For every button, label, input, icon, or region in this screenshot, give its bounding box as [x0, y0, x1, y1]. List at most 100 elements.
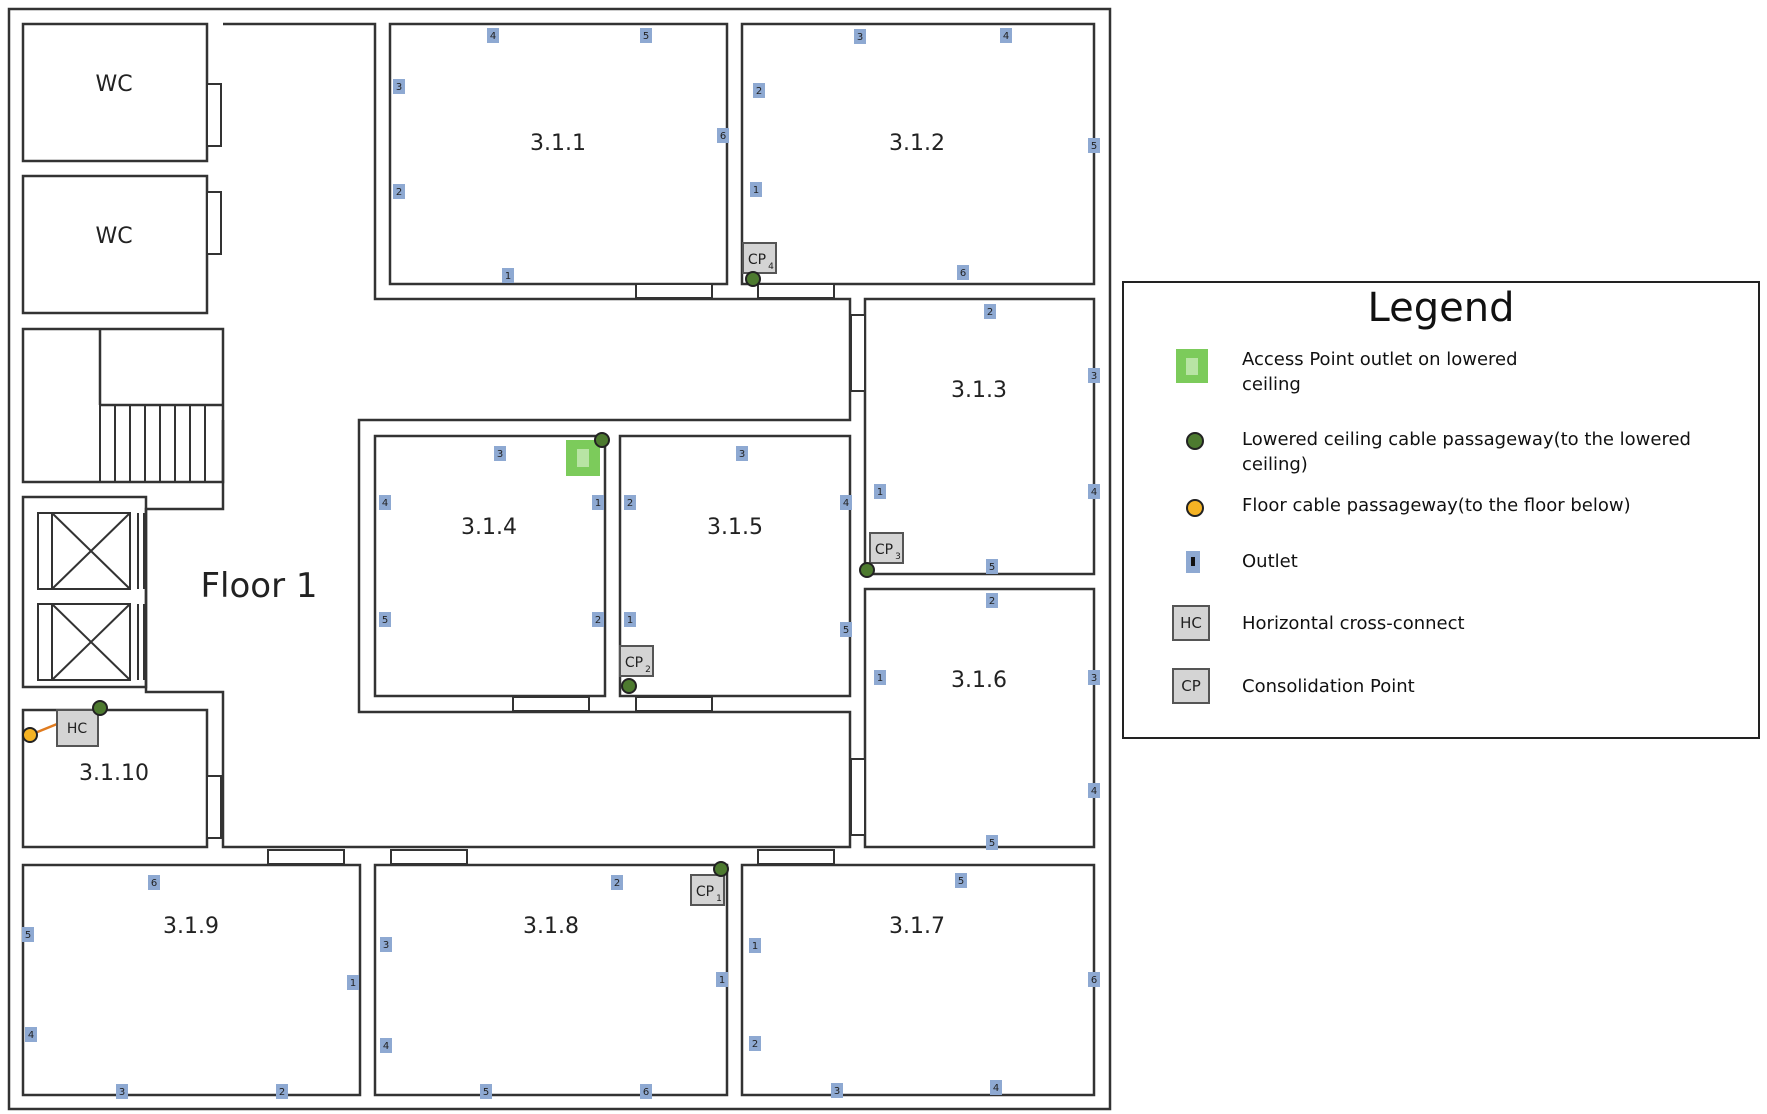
legend-label: Access Point outlet on lowered ceiling: [1242, 349, 1518, 395]
floor-passage-icon: [1186, 499, 1204, 517]
outlet-number: 4: [382, 498, 388, 509]
room-label: 3.1.7: [889, 914, 945, 939]
outlet-r315-1: 1: [624, 612, 636, 627]
outlet-number: 6: [643, 1087, 649, 1098]
outlet-number: 2: [756, 86, 762, 97]
outlet-r311-2: 2: [393, 184, 405, 199]
outlet-number: 2: [279, 1087, 285, 1098]
svg-text:CP: CP: [748, 252, 766, 268]
outlet-number: 1: [627, 615, 633, 626]
legend-item-ceiling-passage: Lowered ceiling cable passageway(to the …: [1124, 420, 1758, 480]
outlet-number: 3: [739, 449, 745, 460]
room-label: 3.1.4: [461, 515, 517, 540]
outlet-r312-5: 5: [1088, 138, 1100, 153]
cp-icon: CP: [1172, 668, 1210, 704]
svg-text:CP: CP: [625, 655, 643, 671]
outlet-r315-3: 3: [736, 446, 748, 461]
outlet-number: 2: [595, 615, 601, 626]
hc-cabinet: HC: [29, 709, 99, 747]
outlet-number: 1: [877, 673, 883, 684]
outlet-r318-4: 4: [380, 1038, 392, 1053]
outlet-r313-1: 1: [874, 484, 886, 499]
legend-item-access-point: Access Point outlet on lowered ceiling: [1124, 343, 1758, 403]
outlet-r312-3: 3: [854, 29, 866, 44]
room-label: 3.1.10: [79, 761, 149, 786]
outlet-r314-3: 3: [494, 446, 506, 461]
svg-text:4: 4: [768, 262, 774, 272]
outlet-r316-3: 3: [1088, 670, 1100, 685]
legend-item-floor-passage: Floor cable passageway(to the floor belo…: [1124, 487, 1758, 547]
legend-label: Consolidation Point: [1242, 676, 1415, 697]
outlet-number: 5: [989, 838, 995, 849]
outlet-number: 1: [505, 271, 511, 282]
svg-text:3: 3: [895, 552, 901, 562]
outlet-number: 4: [843, 498, 849, 509]
outlet-number: 2: [396, 187, 402, 198]
outlet-number: 6: [720, 131, 726, 142]
svg-text:2: 2: [645, 665, 651, 675]
outlet-r312-1: 1: [750, 182, 762, 197]
outlet-r318-3: 3: [380, 937, 392, 952]
outlet-r316-2: 2: [986, 593, 998, 608]
outlet-r317-4: 4: [990, 1080, 1002, 1095]
outlet-number: 3: [834, 1086, 840, 1097]
outlet-number: 1: [752, 941, 758, 952]
outlet-r316-5: 5: [986, 835, 998, 850]
outlet-number: 1: [595, 498, 601, 509]
building-outline: [7, 7, 1112, 1111]
room-label: 3.1.3: [951, 378, 1007, 403]
outlet-r312-2: 2: [753, 83, 765, 98]
outlet-r313-4: 4: [1088, 484, 1100, 499]
room-label: 3.1.9: [163, 914, 219, 939]
outlet-number: 3: [497, 449, 503, 460]
outlet-number: 5: [1091, 141, 1097, 152]
outlet-number: 4: [28, 1030, 34, 1041]
outlet-number: 2: [752, 1039, 758, 1050]
stair-treads: [99, 405, 206, 482]
outlet-r311-3: 3: [393, 79, 405, 94]
consolidation-point-2: CP 2: [619, 645, 654, 677]
svg-text:1: 1: [716, 894, 722, 904]
room-label: WC: [95, 72, 132, 97]
outlet-r313-2: 2: [984, 304, 996, 319]
outlet-number: 2: [627, 498, 633, 509]
outlet-r312-6: 6: [957, 265, 969, 280]
outlet-number: 3: [383, 940, 389, 951]
outlet-r318-2: 2: [611, 875, 623, 890]
floor-passage-icon: [22, 727, 38, 743]
outlet-number: 5: [643, 31, 649, 42]
hc-icon: HC: [1172, 605, 1210, 641]
outlet-r319-1: 1: [347, 975, 359, 990]
legend-label: Horizontal cross-connect: [1242, 613, 1465, 634]
outlet-r317-3: 3: [831, 1083, 843, 1098]
outlet-number: 1: [350, 978, 356, 989]
outlet-r311-6: 6: [717, 128, 729, 143]
outlet-r314-4: 4: [379, 495, 391, 510]
outlet-number: 3: [1091, 371, 1097, 382]
outlet-r319-6: 6: [148, 875, 160, 890]
outlet-icon: [1186, 551, 1200, 573]
ceiling-passage-icon: [1186, 432, 1204, 450]
ceiling-passage-icon: [713, 861, 729, 877]
outlet-r317-5: 5: [955, 873, 967, 888]
outlet-r316-4: 4: [1088, 783, 1100, 798]
outlet-number: 2: [614, 878, 620, 889]
ceiling-passage-icon: [92, 700, 108, 716]
outlet-number: 4: [993, 1083, 999, 1094]
hc-label: HC: [67, 721, 88, 737]
outlet-number: 3: [396, 82, 402, 93]
outlet-number: 1: [753, 185, 759, 196]
outlet-number: 5: [958, 876, 964, 887]
legend-item-hc: HC Horizontal cross-connect: [1124, 605, 1758, 665]
svg-text:CP: CP: [875, 542, 893, 558]
outlet-r319-3: 3: [116, 1084, 128, 1099]
outlet-r314-1: 1: [592, 495, 604, 510]
outlet-number: 3: [1091, 673, 1097, 684]
outlet-number: 4: [1091, 786, 1097, 797]
legend-title: Legend: [1367, 285, 1515, 331]
consolidation-point-1: CP 1: [690, 874, 725, 906]
room-label: WC: [95, 224, 132, 249]
ceiling-passage-icon: [621, 678, 637, 694]
legend-label: Floor cable passageway(to the floor belo…: [1242, 495, 1631, 516]
outlet-number: 6: [1091, 975, 1097, 986]
